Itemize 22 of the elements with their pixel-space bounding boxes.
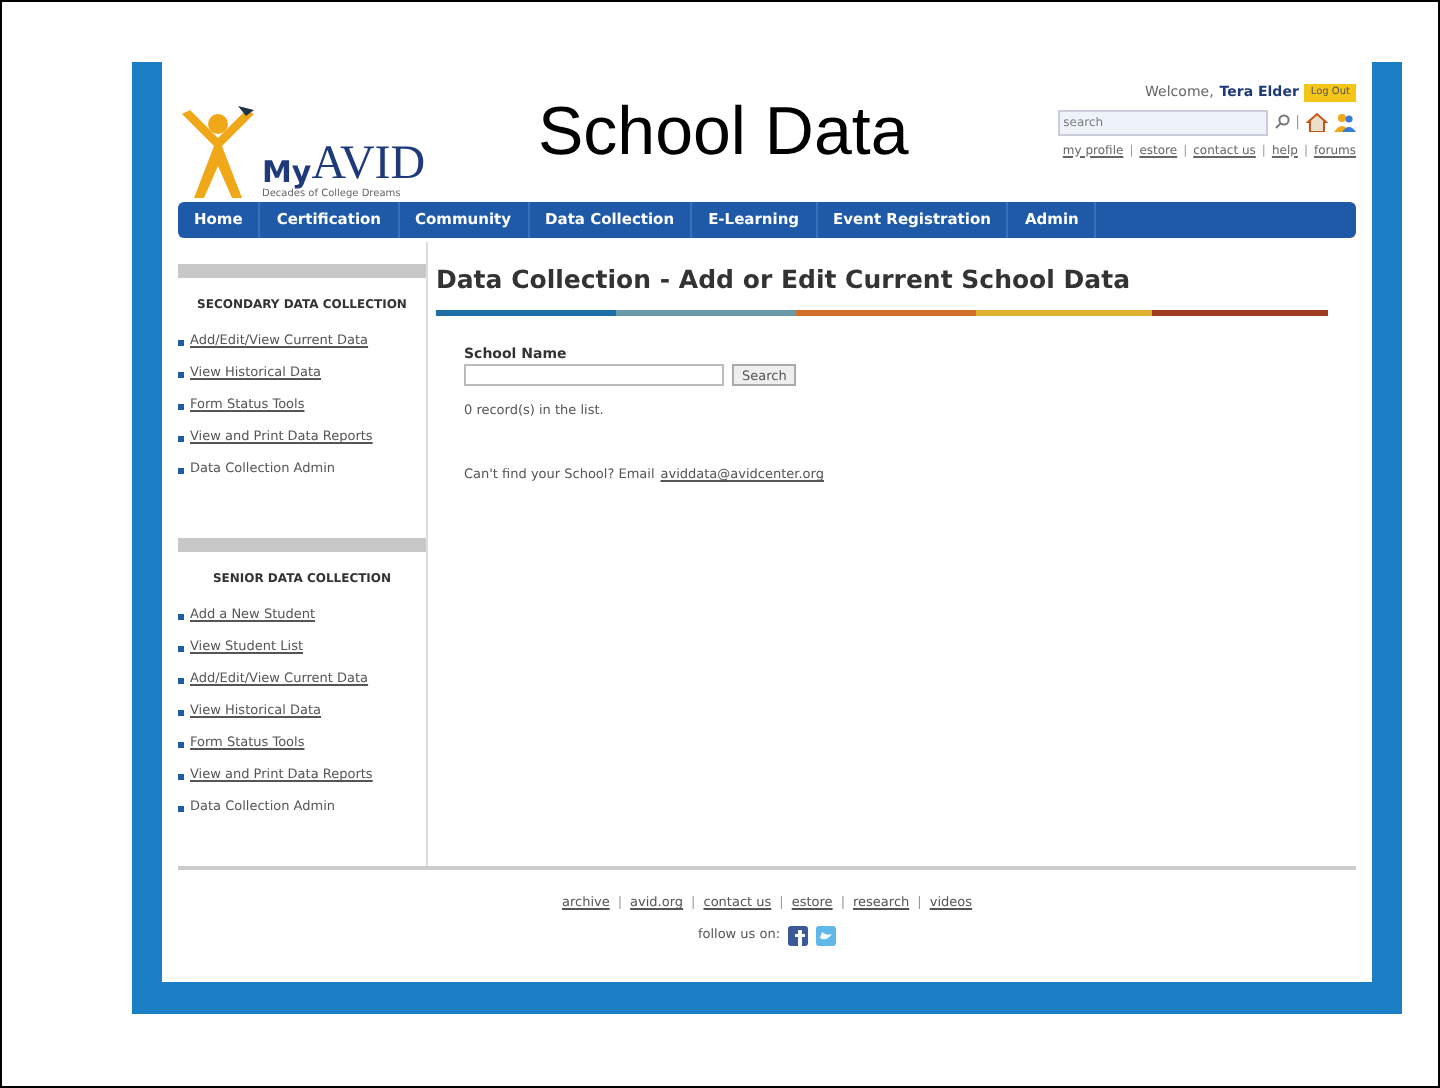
bullet-icon [178, 467, 184, 473]
slide-title: School Data [538, 98, 909, 166]
bullet-icon [178, 677, 184, 683]
page-heading: Data Collection - Add or Edit Current School Data [436, 262, 1133, 298]
bullet-icon [178, 645, 184, 651]
bullet-icon [178, 613, 184, 619]
bullet-icon [178, 709, 184, 715]
school-name-field[interactable] [464, 364, 724, 387]
logo-text: My [262, 157, 312, 187]
search-icon[interactable] [1273, 114, 1290, 130]
people-icon[interactable] [1334, 112, 1356, 132]
bullet-icon [178, 773, 184, 779]
social-icon[interactable] [788, 925, 809, 946]
home-icon[interactable] [1306, 112, 1328, 132]
logo-text: AVID [311, 139, 426, 187]
bullet-icon [178, 741, 184, 747]
bullet-icon [178, 435, 184, 441]
bullet-icon [178, 805, 184, 811]
bullet-icon [178, 403, 184, 409]
bullet-icon [178, 371, 184, 377]
bullet-icon [178, 339, 184, 345]
figure-icon [178, 106, 258, 202]
